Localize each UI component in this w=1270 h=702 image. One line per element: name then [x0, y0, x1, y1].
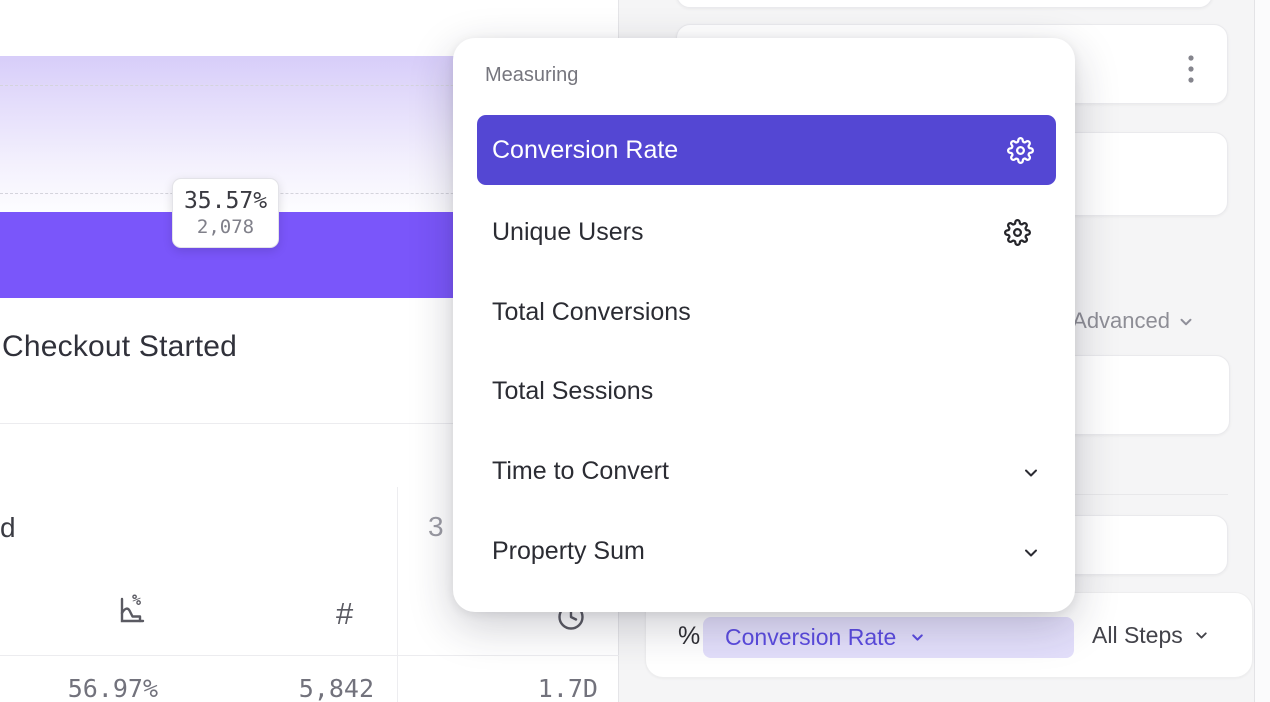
- chevron-down-icon: [1193, 627, 1210, 644]
- svg-text:%: %: [132, 591, 141, 609]
- steps-selector[interactable]: All Steps: [1092, 622, 1210, 649]
- menu-item-time-to-convert[interactable]: Time to Convert: [492, 457, 669, 486]
- menu-item-property-sum[interactable]: Property Sum: [492, 537, 645, 566]
- funnel-step-label: Checkout Started: [2, 330, 237, 364]
- chevron-down-icon: [1021, 463, 1041, 483]
- measurement-chip-label: Conversion Rate: [725, 624, 896, 651]
- conversion-rate-chart-icon: %: [112, 591, 150, 629]
- builder-step-card-top[interactable]: [676, 0, 1213, 8]
- tooltip-rate: 35.57%: [184, 188, 267, 214]
- tooltip-count: 2,078: [197, 216, 254, 238]
- menu-item-conversion-rate[interactable]: Conversion Rate: [477, 115, 1056, 185]
- table-row-divider: [0, 655, 619, 656]
- gear-icon[interactable]: [1004, 219, 1031, 246]
- measuring-menu: Measuring Conversion Rate Unique Users T…: [453, 38, 1075, 612]
- measurement-chip[interactable]: Conversion Rate: [703, 617, 1074, 658]
- percent-symbol: %: [678, 622, 700, 651]
- gear-icon[interactable]: [1007, 137, 1034, 164]
- table-cell-time: 1.7D: [480, 674, 598, 702]
- menu-item-total-conversions[interactable]: Total Conversions: [492, 298, 691, 327]
- table-step-name-partial: d: [0, 512, 16, 544]
- steps-selector-label: All Steps: [1092, 622, 1183, 649]
- menu-item-total-sessions[interactable]: Total Sessions: [492, 377, 653, 406]
- count-icon: #: [336, 596, 353, 632]
- table-column-divider: [397, 487, 398, 702]
- kebab-menu-icon[interactable]: [1188, 54, 1194, 84]
- measuring-menu-title: Measuring: [485, 64, 578, 87]
- chevron-down-icon[interactable]: [1177, 313, 1195, 331]
- table-cell-count: 5,842: [256, 674, 374, 702]
- menu-item-label: Conversion Rate: [492, 136, 678, 165]
- table-cell-conversion-rate: 56.97%: [40, 674, 158, 702]
- chevron-down-icon: [909, 629, 926, 646]
- table-next-step-number: 3: [428, 511, 444, 543]
- sidebar-right-gutter: [1254, 0, 1270, 702]
- bar-tooltip: 35.57% 2,078: [172, 178, 279, 248]
- chevron-down-icon: [1021, 543, 1041, 563]
- menu-item-unique-users[interactable]: Unique Users: [492, 218, 643, 247]
